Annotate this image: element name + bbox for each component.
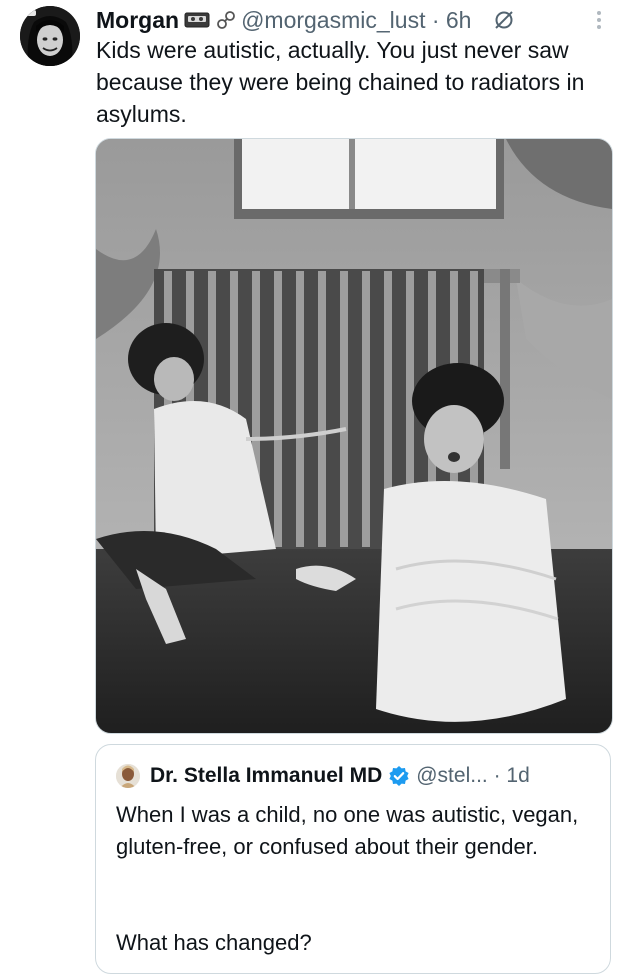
quoted-tweet-header: Dr. Stella Immanuel MD @stel... · 1d [116, 761, 600, 791]
quoted-avatar[interactable] [116, 764, 140, 788]
tweet-photo[interactable] [95, 138, 613, 734]
cassette-tape-icon [184, 12, 210, 28]
avatar[interactable] [20, 6, 80, 66]
handle-and-timestamp[interactable]: @morgasmic_lust · 6h [241, 6, 471, 34]
verified-badge-icon [388, 765, 410, 787]
display-name[interactable]: Morgan [96, 6, 179, 34]
more-options-icon[interactable] [595, 8, 603, 32]
quoted-tweet-text: When I was a child, no one was autistic,… [116, 802, 579, 859]
tweet-header: Morgan @morgasmic_lust · 6h [96, 6, 609, 34]
quoted-handle-and-timestamp[interactable]: @stel... · 1d [416, 764, 530, 788]
quoted-tweet-card[interactable]: Dr. Stella Immanuel MD @stel... · 1d Whe… [95, 744, 611, 974]
quoted-tweet-text-second-paragraph: What has changed? [116, 930, 312, 955]
tweet-text: Kids were autistic, actually. You just n… [96, 37, 585, 127]
link-icon [215, 9, 237, 31]
quoted-display-name[interactable]: Dr. Stella Immanuel MD [150, 764, 382, 788]
grok-icon[interactable] [493, 9, 515, 31]
